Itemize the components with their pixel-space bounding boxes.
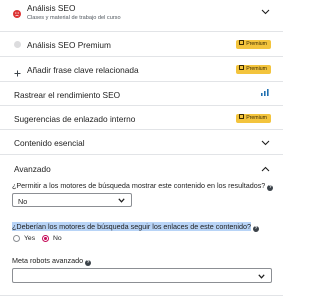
seo-premium-row[interactable]: Análisis SEO Premium Premium: [0, 32, 283, 57]
cornerstone-content-label: Contenido esencial: [14, 138, 85, 148]
related-keyphrase-row[interactable]: Añadir frase clave relacionada Premium: [0, 57, 283, 82]
chevron-down-icon: [118, 198, 125, 203]
meta-robots-select[interactable]: [12, 268, 272, 283]
seo-analysis-sublabel: Clases y material de trabajo del curso: [27, 15, 121, 21]
track-seo-performance-label: Rastrear el rendimiento SEO: [14, 90, 121, 100]
allow-search-question: ¿Permitir a los motores de búsqueda most…: [12, 181, 274, 191]
follow-no-label[interactable]: No: [53, 235, 62, 242]
premium-badge: Premium: [236, 65, 271, 74]
chevron-down-icon[interactable]: [261, 140, 270, 146]
plus-icon: [14, 64, 21, 77]
divider: [0, 295, 283, 296]
advanced-title[interactable]: Avanzado: [14, 164, 51, 174]
help-icon[interactable]: ?: [252, 226, 259, 232]
seo-sidebar-panel: Análisis SEO Clases y material de trabaj…: [0, 0, 283, 300]
internal-linking-row[interactable]: Sugerencias de enlazado interno Premium: [0, 106, 283, 130]
sad-face-icon: [13, 5, 21, 18]
cornerstone-content-row[interactable]: Contenido esencial: [0, 130, 283, 155]
premium-badge: Premium: [236, 40, 271, 49]
chevron-up-icon[interactable]: [261, 166, 270, 172]
bar-chart-icon: [261, 89, 269, 96]
premium-badge: Premium: [236, 114, 271, 123]
premium-badge-label: Premium: [246, 66, 267, 72]
related-keyphrase-label: Añadir frase clave relacionada: [27, 65, 139, 75]
premium-badge-label: Premium: [246, 115, 267, 121]
allow-search-select-value: No: [18, 196, 28, 206]
meta-robots-label: Meta robots avanzado?: [12, 256, 92, 266]
help-icon[interactable]: ?: [85, 260, 92, 266]
gray-dot-icon: [14, 41, 21, 48]
lock-icon: [239, 65, 245, 70]
lock-icon: [239, 114, 245, 119]
seo-analysis-row[interactable]: Análisis SEO Clases y material de trabaj…: [0, 0, 283, 32]
track-seo-performance-row[interactable]: Rastrear el rendimiento SEO: [0, 82, 283, 106]
follow-yes-radio[interactable]: [13, 235, 20, 242]
chevron-down-icon[interactable]: [261, 9, 270, 15]
follow-links-question-text: ¿Deberían los motores de búsqueda seguir…: [12, 222, 251, 231]
meta-robots-label-text: Meta robots avanzado: [12, 256, 84, 265]
seo-analysis-label: Análisis SEO: [27, 3, 76, 13]
follow-links-question: ¿Deberían los motores de búsqueda seguir…: [12, 222, 259, 232]
seo-premium-label: Análisis SEO Premium: [27, 40, 111, 50]
help-icon[interactable]: ?: [267, 185, 274, 191]
premium-badge-label: Premium: [246, 41, 267, 47]
allow-search-question-text: ¿Permitir a los motores de búsqueda most…: [12, 181, 266, 190]
chevron-down-icon: [258, 274, 265, 279]
follow-yes-label[interactable]: Yes: [24, 235, 35, 242]
allow-search-select[interactable]: No: [12, 193, 132, 207]
follow-no-radio[interactable]: [42, 235, 49, 242]
lock-icon: [239, 40, 245, 45]
internal-linking-label: Sugerencias de enlazado interno: [14, 114, 136, 124]
